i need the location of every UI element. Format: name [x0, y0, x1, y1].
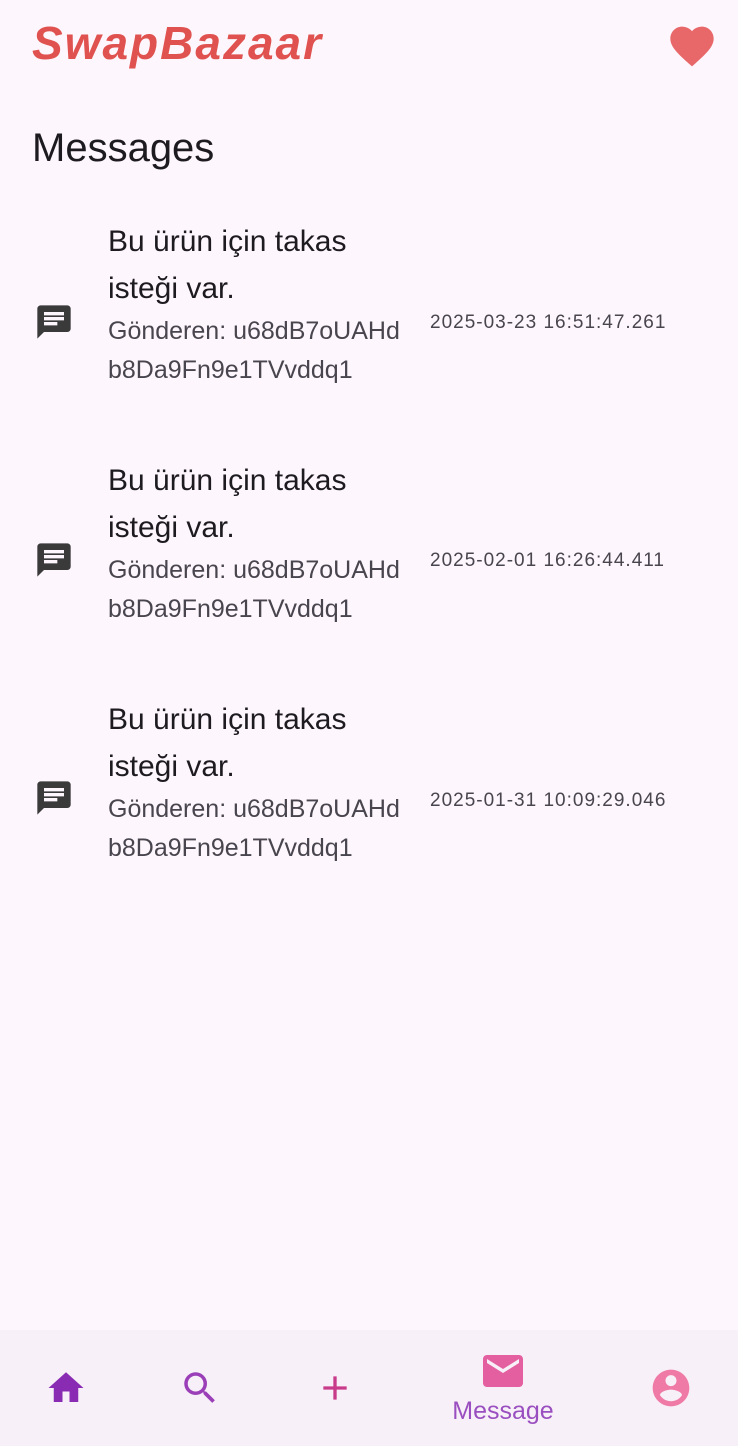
nav-profile[interactable] [597, 1330, 738, 1446]
message-sender: Gönderen: u68dB7oUAHdb8Da9Fn9e1TVvddq1 [108, 556, 400, 623]
message-timestamp: 2025-02-01 16:26:44.411 [430, 550, 665, 571]
message-sender: Gönderen: u68dB7oUAHdb8Da9Fn9e1TVvddq1 [108, 795, 400, 862]
message-title: Bu ürün için takas isteği var. [108, 225, 347, 305]
plus-icon [323, 1376, 347, 1400]
account-icon [652, 1369, 690, 1407]
chat-icon [32, 538, 76, 582]
message-item[interactable]: Bu ürün için takas isteği var. Gönderen:… [0, 456, 738, 694]
nav-message-label: Message [452, 1396, 554, 1425]
mail-icon [483, 1354, 523, 1387]
app-title: SwapBazaar [32, 17, 324, 69]
bottom-navigation: Message [0, 1330, 738, 1446]
nav-message[interactable]: Message [429, 1330, 577, 1446]
message-list: Bu ürün için takas isteği var. Gönderen:… [0, 218, 738, 932]
message-title: Bu ürün için takas isteği var. [108, 703, 347, 783]
chat-icon [32, 300, 76, 344]
message-timestamp: 2025-01-31 10:09:29.046 [430, 790, 667, 811]
heart-icon [670, 26, 714, 67]
nav-home[interactable] [0, 1330, 140, 1446]
nav-add[interactable] [261, 1330, 409, 1446]
message-text: Bu ürün için takas isteği var. Gönderen:… [108, 696, 408, 868]
search-icon [184, 1372, 215, 1403]
favorites-button[interactable] [664, 16, 720, 72]
page-title: Messages [32, 126, 215, 170]
nav-search[interactable] [126, 1330, 274, 1446]
home-icon [48, 1372, 84, 1402]
message-title: Bu ürün için takas isteği var. [108, 464, 347, 544]
app-bar: SwapBazaar [0, 0, 738, 86]
message-text: Bu ürün için takas isteği var. Gönderen:… [108, 457, 408, 629]
message-sender: Gönderen: u68dB7oUAHdb8Da9Fn9e1TVvddq1 [108, 317, 400, 384]
message-item[interactable]: Bu ürün için takas isteği var. Gönderen:… [0, 218, 738, 456]
message-text: Bu ürün için takas isteği var. Gönderen:… [108, 218, 408, 390]
chat-icon [32, 776, 76, 820]
message-timestamp: 2025-03-23 16:51:47.261 [430, 312, 667, 333]
message-item[interactable]: Bu ürün için takas isteği var. Gönderen:… [0, 694, 738, 932]
